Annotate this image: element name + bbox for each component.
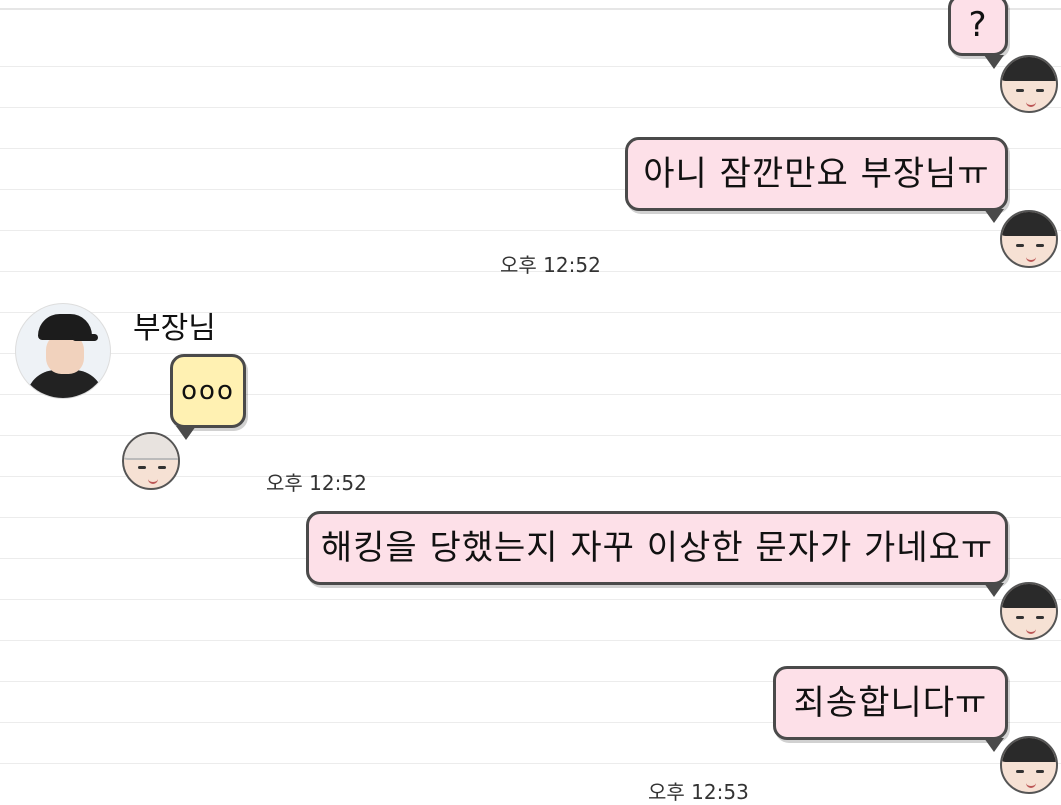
top-divider [0,8,1061,10]
message-text: 아니 잠깐만요 부장님ㅠ [643,154,990,194]
self-sticker-icon [1000,736,1058,794]
sender-name: 부장님 [133,311,216,346]
bubble-tail [176,426,196,440]
message-bubble-received[interactable]: ooo [170,354,246,428]
bubble-tail [984,583,1004,597]
self-sticker-icon [1000,55,1058,113]
message-text: ? [968,5,988,45]
message-text: 죄송합니다ㅠ [793,683,988,723]
other-sticker-icon [122,432,180,490]
timestamp: 오후 12:52 [500,253,601,277]
message-bubble-sent[interactable]: 죄송합니다ㅠ [773,666,1008,740]
timestamp: 오후 12:53 [648,780,749,804]
message-text: 해킹을 당했는지 자꾸 이상한 문자가 가네요ㅠ [320,528,994,568]
bubble-tail [984,209,1004,223]
message-bubble-question[interactable]: ? [948,0,1008,56]
message-text: ooo [181,376,235,406]
bubble-tail [984,55,1004,69]
message-bubble-sent[interactable]: 아니 잠깐만요 부장님ㅠ [625,137,1008,211]
timestamp: 오후 12:52 [266,471,367,495]
sender-avatar-icon[interactable] [15,303,111,399]
self-sticker-icon [1000,582,1058,640]
self-sticker-icon [1000,210,1058,268]
message-bubble-sent[interactable]: 해킹을 당했는지 자꾸 이상한 문자가 가네요ㅠ [306,511,1008,585]
bubble-tail [984,738,1004,752]
